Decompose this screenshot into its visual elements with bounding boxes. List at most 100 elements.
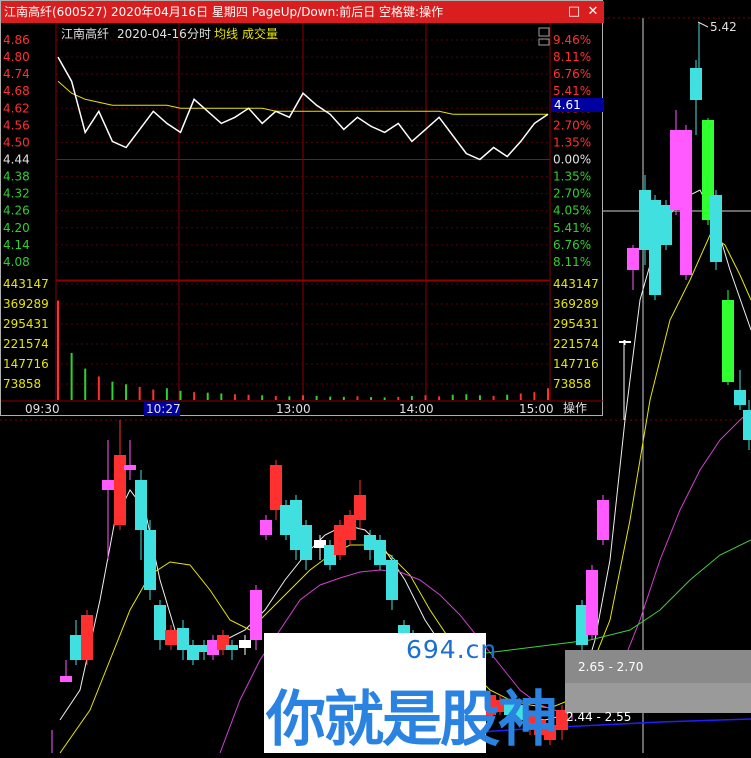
price-box-2-label: 2.44 - 2.55	[566, 710, 632, 724]
price-tick-label: 4.38	[3, 170, 30, 184]
pct-tick-label: 2.70%	[553, 118, 591, 132]
candle-body	[386, 560, 398, 600]
candle-body	[260, 520, 272, 535]
price-tick-label: 4.14	[3, 238, 30, 252]
candle-body	[187, 645, 199, 660]
pct-tick-label: 6.76%	[553, 238, 591, 252]
price-tick-label: 4.26	[3, 204, 30, 218]
candle-body	[124, 465, 136, 470]
operate-button[interactable]: 操作	[563, 400, 587, 415]
candle-body	[743, 410, 751, 440]
pct-tick-label: 1.35%	[553, 170, 591, 184]
price-tick-label: 4.62	[3, 101, 30, 115]
price-tick-label: 4.44	[3, 153, 30, 167]
price-axis-left: 4.86 4.80 4.74 4.68 4.62 4.56 4.50 4.44 4.38 4.32…	[3, 33, 30, 269]
candle-body	[722, 300, 734, 382]
candle-body	[660, 205, 672, 245]
pct-tick-label: 6.76%	[553, 67, 591, 81]
candle-body	[690, 68, 702, 100]
pct-tick-label: 8.11%	[553, 50, 591, 64]
candle-body	[649, 200, 661, 295]
pct-tick-label: 8.11%	[553, 255, 591, 269]
candle-body	[597, 500, 609, 540]
stock-name-label: 江南高纤	[61, 26, 109, 41]
pct-tick-label: 1.35%	[553, 135, 591, 149]
price-box-2	[565, 683, 751, 713]
volume-tick-label: 369289	[3, 297, 49, 311]
candle-body	[734, 390, 746, 405]
candle-body	[102, 480, 114, 490]
candle-body	[586, 570, 598, 635]
price-tick-label: 4.32	[3, 187, 30, 201]
period-label: 分时	[187, 27, 211, 41]
candle-body	[165, 630, 177, 645]
candle-body	[135, 480, 147, 530]
intraday-popup-window[interactable]: 江南高纤(600527) 2020年04月16日 星期四 PageUp/Down…	[0, 0, 604, 416]
candle-body	[226, 645, 238, 650]
popup-title: 江南高纤(600527) 2020年04月16日 星期四 PageUp/Down…	[4, 5, 444, 19]
avg-line-label[interactable]: 均线	[214, 27, 238, 41]
candle-body	[374, 540, 386, 565]
price-tick-label: 4.86	[3, 33, 30, 47]
candle-body	[619, 341, 631, 343]
candle-body	[70, 635, 82, 660]
candle-body	[60, 676, 72, 682]
restore-icon[interactable]: □	[564, 1, 584, 23]
volume-tick-label: 443147	[553, 277, 599, 291]
scroll-up-icon[interactable]	[538, 27, 550, 37]
price-tick-label: 4.74	[3, 67, 30, 81]
candle-body	[81, 615, 93, 660]
watermark-logo: 694.cn 你就是股神	[264, 633, 558, 755]
volume-tick-label: 295431	[3, 317, 49, 331]
price-tick-label: 4.20	[3, 221, 30, 235]
close-icon[interactable]: ✕	[583, 1, 603, 23]
popup-title-bar[interactable]: 江南高纤(600527) 2020年04月16日 星期四 PageUp/Down…	[1, 1, 604, 23]
pct-tick-label: 9.46%	[553, 33, 591, 47]
price-tick-label: 4.50	[3, 135, 30, 149]
pct-tick-label: 5.41%	[553, 84, 591, 98]
time-tick-label: 14:00	[399, 402, 434, 416]
volume-tick-label: 221574	[3, 337, 49, 351]
watermark-domain: 694.cn	[406, 635, 498, 664]
time-tick-label: 13:00	[276, 402, 311, 416]
price-tick-label: 4.56	[3, 118, 30, 132]
candle-body	[300, 525, 312, 560]
volume-axis: 443147 443147 369289 369289 295431 295431 2215…	[3, 277, 599, 391]
candle-body	[250, 590, 262, 640]
volume-tick-label: 443147	[3, 277, 49, 291]
candle-body	[154, 605, 166, 640]
volume-tick-label: 295431	[553, 317, 599, 331]
watermark-slogan: 你就是股神	[266, 685, 558, 755]
pct-tick-label: 4.05%	[553, 204, 591, 218]
volume-tick-label: 221574	[553, 337, 599, 351]
volume-tick-label: 73858	[3, 377, 41, 391]
price-box-1-label: 2.65 - 2.70	[578, 660, 644, 674]
candle-body	[680, 130, 692, 275]
volume-tick-label: 147716	[3, 357, 49, 371]
time-tick-label: 10:27	[146, 402, 181, 416]
time-axis: 09:30 10:27 13:00 14:00 15:00	[25, 402, 554, 416]
time-tick-label: 15:00	[519, 402, 554, 416]
candle-body	[710, 195, 722, 262]
pct-tick-label: 5.41%	[553, 221, 591, 235]
candle-body	[270, 465, 282, 510]
volume-tick-label: 147716	[553, 357, 599, 371]
pct-axis-right: 9.46% 8.11% 6.76% 5.41% 4.05% 2.70% 1.35% 0.00%…	[553, 33, 591, 269]
volume-label[interactable]: 成交量	[242, 26, 278, 41]
volume-tick-label: 369289	[553, 297, 599, 311]
price-tick-label: 4.68	[3, 84, 30, 98]
candle-body	[627, 248, 639, 270]
time-tick-label: 09:30	[25, 402, 60, 416]
current-price-tag: 4.61	[554, 98, 581, 112]
candle-body	[144, 530, 156, 590]
high-price-label: 5.42	[710, 20, 737, 34]
date-label: 2020-04-16	[117, 27, 187, 41]
price-tick-label: 4.08	[3, 255, 30, 269]
price-tick-label: 4.80	[3, 50, 30, 64]
candle-body	[354, 495, 366, 520]
intraday-chart: 江南高纤 2020-04-16 分时 均线 成交量 4.864.804.744.…	[1, 23, 604, 416]
pct-tick-label: 0.00%	[553, 153, 591, 167]
pct-tick-label: 2.70%	[553, 187, 591, 201]
volume-tick-label: 73858	[553, 377, 591, 391]
candle-body	[239, 640, 251, 648]
